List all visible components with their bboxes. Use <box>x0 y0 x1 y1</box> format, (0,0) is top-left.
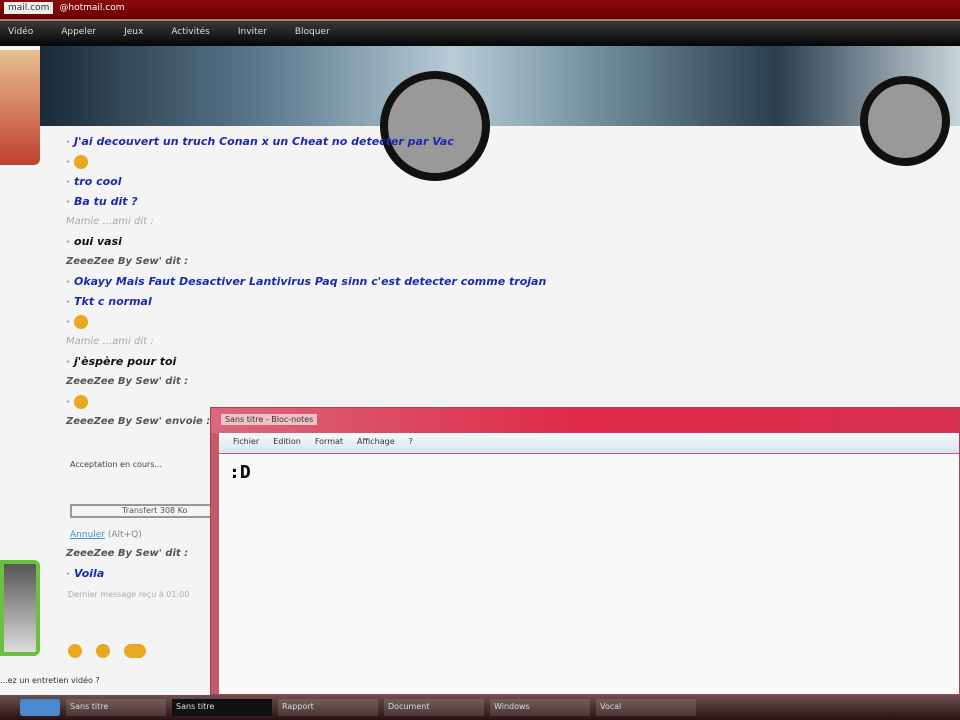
taskbar-button[interactable]: Vocal <box>596 699 696 716</box>
nav-item[interactable]: Appeler <box>61 27 96 40</box>
chat-message: oui vasi <box>66 232 706 252</box>
emoticon-message <box>66 312 706 332</box>
emoticon-toolbar <box>68 644 146 658</box>
contact-avatar[interactable] <box>0 50 40 165</box>
nav-item[interactable]: Bloquer <box>295 27 330 40</box>
sender-name: Mamie ...ami dit : <box>66 216 154 227</box>
smiley-icon <box>74 155 89 169</box>
sender-name: ZeeeZee By Sew' dit : <box>66 548 189 559</box>
chat-message: Voila <box>66 564 188 584</box>
nav-item[interactable]: Jeux <box>124 27 143 40</box>
account-email: @hotmail.com <box>59 3 125 13</box>
taskbar-button[interactable]: Document <box>384 699 484 716</box>
transfer-progress: Transfert 308 Ko <box>70 504 220 518</box>
taskbar-button[interactable]: Windows <box>490 699 590 716</box>
chat-message: Okayy Mais Faut Desactiver Lantivirus Pa… <box>66 272 706 292</box>
taskbar-button[interactable]: Sans titre <box>172 699 272 716</box>
chat-message: Tkt c normal <box>66 292 706 312</box>
emoticon-button[interactable] <box>68 644 82 658</box>
cancel-transfer-link[interactable]: Annuler (Alt+Q) <box>70 530 142 540</box>
wink-button[interactable] <box>96 644 110 658</box>
cancel-label[interactable]: Annuler <box>70 530 105 540</box>
smiley-icon <box>74 315 89 329</box>
transfer-status: Acceptation en cours... <box>70 460 163 469</box>
sender-name: Mamie ...ami dit : <box>66 336 154 347</box>
last-message-time: Dernier message reçu à 01:00 <box>68 590 190 599</box>
chat-message: J'ai decouvert un truch Conan x un Cheat… <box>66 132 706 152</box>
nav-item[interactable]: Inviter <box>238 27 267 40</box>
notepad-text-area[interactable]: :D <box>219 454 959 694</box>
cancel-shortcut: (Alt+Q) <box>107 530 142 540</box>
nav-item[interactable]: Activités <box>171 27 210 40</box>
banner-image <box>40 46 960 181</box>
emoticon-message <box>66 152 706 172</box>
notepad-menu-item[interactable]: Affichage <box>357 437 395 449</box>
taskbar-button[interactable]: Sans titre <box>66 699 166 716</box>
notepad-menu-item[interactable]: Edition <box>273 437 301 449</box>
start-button[interactable] <box>20 699 60 716</box>
chat-history-after: ZeeeZee By Sew' dit : Voila <box>66 544 188 584</box>
nudge-button[interactable] <box>124 644 146 658</box>
smiley-icon <box>74 395 89 409</box>
notepad-title-bar[interactable]: Sans titre - Bloc-notes <box>211 408 959 433</box>
browser-title-bar: mail.com @hotmail.com <box>0 0 960 19</box>
notepad-menu-item[interactable]: Fichier <box>233 437 259 449</box>
conversation-toolbar: Vidéo Appeler Jeux Activités Inviter Bloquer <box>0 19 960 46</box>
notepad-menu-item[interactable]: ? <box>409 437 413 449</box>
nav-item[interactable]: Vidéo <box>8 27 33 40</box>
notepad-title: Sans titre - Bloc-notes <box>221 414 318 425</box>
taskbar-button[interactable]: Rapport <box>278 699 378 716</box>
chat-message: tro cool <box>66 172 706 192</box>
browser-tab[interactable]: mail.com <box>4 2 54 14</box>
chat-message: j'èspère pour toi <box>66 352 706 372</box>
sender-name: ZeeeZee By Sew' dit : <box>66 376 189 387</box>
my-avatar[interactable] <box>0 560 40 656</box>
notepad-menu-bar: Fichier Edition Format Affichage? <box>219 433 959 453</box>
video-call-prompt[interactable]: ...ez un entretien vidéo ? <box>0 676 100 685</box>
sender-name: ZeeeZee By Sew' dit : <box>66 256 189 267</box>
taskbar: Sans titre Sans titre Rapport Document Windo… <box>0 695 960 720</box>
notepad-window: Sans titre - Bloc-notes Fichier Edition Fo… <box>210 407 960 695</box>
chat-history: J'ai decouvert un truch Conan x un Cheat… <box>66 132 706 432</box>
chat-message: Ba tu dit ? <box>66 192 706 212</box>
notepad-menu-item[interactable]: Format <box>315 437 343 449</box>
